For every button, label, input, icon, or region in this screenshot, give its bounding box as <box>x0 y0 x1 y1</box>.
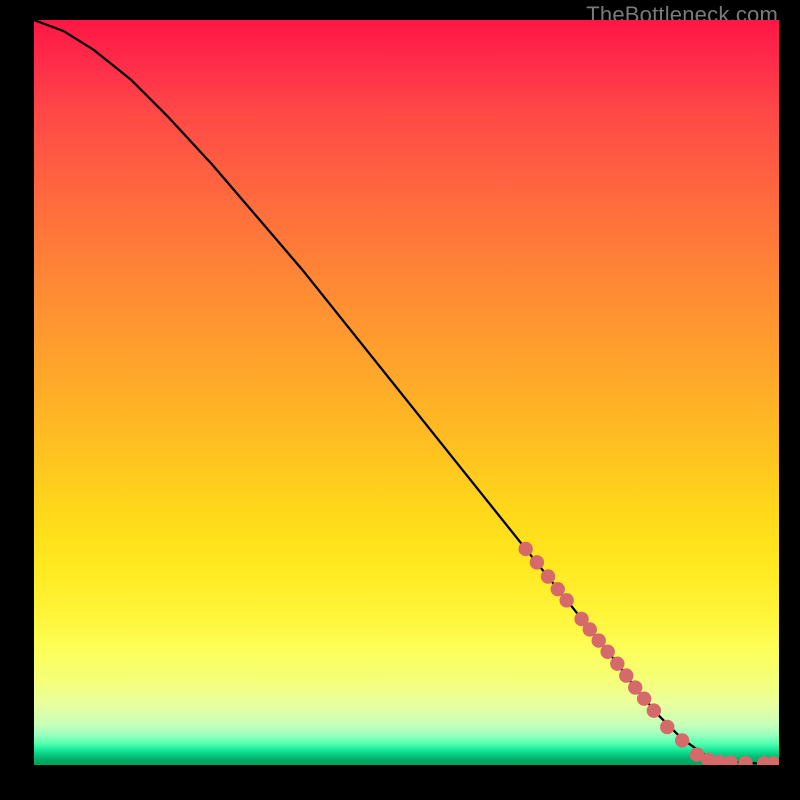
marker-dot <box>551 582 565 596</box>
chart-stage: TheBottleneck.com <box>0 0 800 800</box>
marker-dot <box>738 756 752 765</box>
curve-layer <box>34 20 779 765</box>
marker-dot <box>541 569 555 583</box>
marker-dot <box>675 733 689 747</box>
marker-dot <box>559 593 573 607</box>
marker-dot <box>519 542 533 556</box>
marker-dot <box>723 756 737 765</box>
marker-dot <box>530 555 544 569</box>
marker-dot <box>647 703 661 717</box>
plot-area <box>34 20 779 765</box>
marker-dot <box>767 756 779 765</box>
marker-dot <box>628 680 642 694</box>
marker-dot <box>619 668 633 682</box>
marker-dot <box>583 622 597 636</box>
marker-dot <box>660 720 674 734</box>
marker-dot <box>592 633 606 647</box>
bottleneck-curve <box>34 20 779 764</box>
marker-dot <box>637 691 651 705</box>
marker-dot <box>610 656 624 670</box>
highlighted-points <box>519 542 780 765</box>
marker-dot <box>600 645 614 659</box>
